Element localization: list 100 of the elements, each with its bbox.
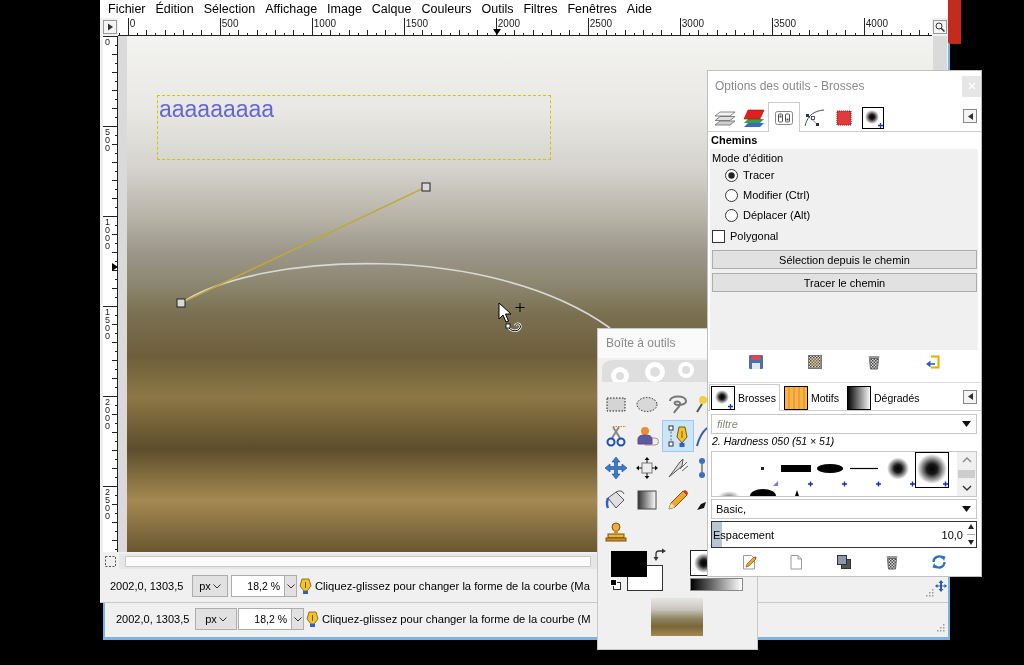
radio-option[interactable]: Déplacer (Alt): [712, 205, 811, 225]
menu-button[interactable]: [963, 389, 977, 404]
scrollbar[interactable]: [957, 452, 976, 496]
menu-item[interactable]: Outils: [476, 0, 519, 18]
menu-item[interactable]: Filtres: [518, 0, 563, 18]
path-anchor[interactable]: [176, 298, 186, 308]
status-message: Cliquez-glissez pour changer la forme de la courbe (M: [322, 613, 591, 625]
menu-button[interactable]: [963, 109, 977, 123]
spinner-arrows-icon[interactable]: [967, 522, 975, 547]
ruler-label: 0: [105, 38, 111, 46]
preset-dropdown[interactable]: Basic,: [711, 499, 977, 519]
radio-option[interactable]: Modifier (Ctrl): [712, 185, 810, 205]
ruler-label: 1000: [313, 19, 337, 29]
resize-grip-icon[interactable]: [925, 588, 934, 597]
ruler-label: 1000: [105, 218, 111, 250]
refresh-icon[interactable]: [931, 553, 948, 570]
person-icon[interactable]: [634, 424, 659, 448]
pen-nib-icon[interactable]: [661, 420, 694, 452]
checkered-square-icon[interactable]: [806, 354, 823, 370]
ruler-label: 3000: [681, 19, 705, 29]
scrollbar[interactable]: [119, 554, 597, 569]
path-curve[interactable]: [184, 263, 611, 329]
slider-label: Espacement: [713, 528, 775, 541]
dock-tab[interactable]: Brosses: [709, 384, 780, 411]
ruler-label: 2000: [105, 398, 111, 430]
checkbox-icon[interactable]: [712, 229, 725, 243]
dialog-title: Options des outils - Brosses: [715, 79, 865, 93]
align-icon[interactable]: [634, 456, 659, 480]
menu-item[interactable]: Couleurs: [416, 0, 477, 18]
magnifier-icon[interactable]: [933, 20, 947, 34]
gradient-swatch-icon: [846, 385, 871, 410]
pointer-coordinates: 2002,0, 1303,5: [116, 613, 191, 625]
zoom-dropdown-button[interactable]: [292, 608, 304, 630]
status-message: Cliquez-glissez pour changer la forme de la courbe (Ma: [315, 580, 590, 592]
resize-grip-icon[interactable]: [936, 623, 945, 632]
duplicate-icon[interactable]: [836, 553, 852, 570]
menu-item[interactable]: Fichier: [103, 0, 151, 18]
menu-item[interactable]: Image: [322, 0, 367, 18]
chevron-down-icon[interactable]: [961, 485, 972, 491]
nodes-icon[interactable]: [696, 456, 707, 480]
checkbox-option[interactable]: Polygonal: [712, 226, 779, 246]
slider-value: 10,0: [941, 528, 963, 541]
caret-down-icon: [962, 506, 971, 512]
pen-nib-icon: [299, 578, 312, 594]
menu-item[interactable]: Sélection: [198, 0, 261, 18]
menu-item[interactable]: Aide: [621, 0, 657, 18]
chevron-down-icon: [286, 583, 295, 589]
default-colors-icon[interactable]: [610, 579, 621, 590]
move-arrows-icon[interactable]: [603, 456, 628, 480]
radio-icon[interactable]: [725, 208, 738, 222]
group-label: Mode d'édition: [712, 151, 785, 165]
chevron-up-icon[interactable]: [961, 457, 972, 463]
radio-icon[interactable]: [725, 188, 738, 202]
curve-icon[interactable]: [696, 424, 707, 448]
pointer-marker-icon: [493, 29, 501, 35]
menu-item[interactable]: Fenêtres: [562, 0, 622, 18]
section-heading: Chemins: [710, 133, 759, 148]
brush-thumbnail[interactable]: [915, 452, 949, 488]
brush-name: 2. Hardness 050 (51 × 51): [711, 434, 836, 449]
path-nodes-icon: [802, 106, 827, 129]
swap-arrows-icon[interactable]: [653, 548, 667, 562]
menu-item[interactable]: Édition: [150, 0, 199, 18]
scrollbar-thumb[interactable]: [958, 470, 975, 478]
menu-item[interactable]: Calque: [366, 0, 417, 18]
gradient-square-icon[interactable]: [634, 488, 659, 512]
chevron-down-icon: [212, 583, 221, 589]
return-arrow-icon[interactable]: [925, 354, 942, 370]
gradient-preview[interactable]: [690, 578, 743, 591]
foreground-swatch[interactable]: [611, 551, 647, 577]
unit-dropdown[interactable]: px: [195, 608, 237, 630]
page-icon[interactable]: [788, 553, 805, 570]
dock-tab[interactable]: Dégradés: [844, 384, 924, 410]
caret-down-icon[interactable]: [962, 421, 971, 427]
zoom-field[interactable]: 18,2 %: [231, 575, 285, 597]
menu-item[interactable]: Affichage: [260, 0, 323, 18]
canvas-text[interactable]: aaaaaaaaa: [159, 97, 275, 121]
dialog-button[interactable]: Sélection depuis le chemin: [712, 250, 977, 269]
zoom-field[interactable]: 18,2 %: [238, 608, 292, 630]
handle-line[interactable]: [184, 188, 423, 302]
scrollbar-thumb[interactable]: [125, 556, 591, 567]
channel-stack-icon: [741, 106, 766, 129]
path-handle[interactable]: [421, 182, 431, 192]
filter-field[interactable]: filtre: [711, 414, 977, 434]
pencil-icon[interactable]: [665, 488, 690, 512]
unit-dropdown[interactable]: px: [192, 575, 228, 597]
dashed-square-icon[interactable]: [104, 555, 117, 568]
stamp-icon[interactable]: [603, 520, 628, 544]
dock-tab[interactable]: [768, 102, 800, 132]
zoom-dropdown-button[interactable]: [285, 575, 297, 597]
move-arrows-icon[interactable]: [935, 579, 947, 593]
photo-placeholder[interactable]: [651, 598, 703, 636]
radio-icon[interactable]: [725, 168, 738, 182]
radio-option[interactable]: Tracer: [712, 165, 775, 185]
ruler-label: 2000: [497, 19, 521, 29]
dialog-button[interactable]: Tracer le chemin: [712, 273, 977, 292]
triangle-icon: [967, 112, 973, 120]
ruler-label: 4000: [865, 19, 889, 29]
brush-preview[interactable]: [690, 550, 707, 576]
dock-tab[interactable]: Motifs: [781, 384, 843, 410]
edit-page-icon[interactable]: [740, 553, 757, 570]
